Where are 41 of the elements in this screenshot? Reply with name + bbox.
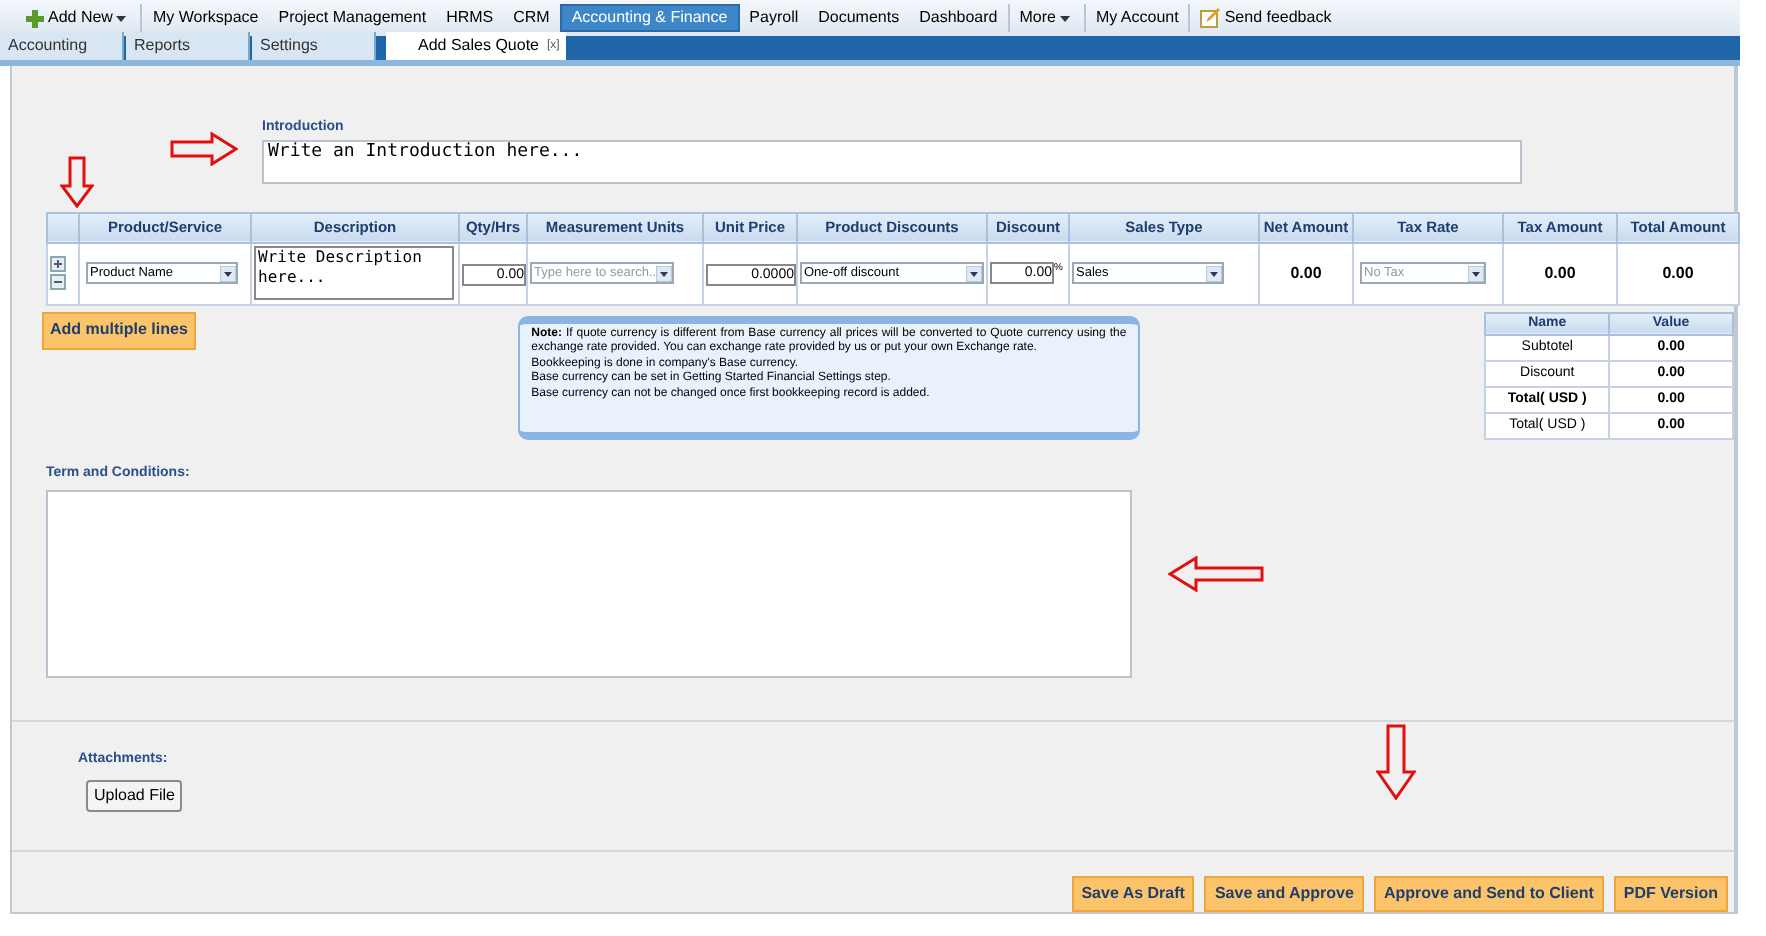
action-button[interactable]: Save and Approve	[1204, 875, 1364, 911]
plus-icon	[26, 9, 44, 27]
tax-amount: 0.00	[1542, 261, 1578, 285]
net-amount: 0.00	[1288, 261, 1324, 285]
note-pencil-icon	[1200, 8, 1221, 28]
caret-icon	[116, 15, 127, 21]
nav-link[interactable]: Send feedback	[1188, 4, 1342, 32]
right-arrow-annotation	[170, 132, 238, 166]
dropdown-arrow-icon	[656, 265, 673, 281]
total-amount: 0.00	[1660, 261, 1696, 285]
caret-icon	[1059, 15, 1070, 21]
action-button[interactable]: Save As Draft	[1071, 875, 1195, 911]
nav-link[interactable]: HRMS	[436, 4, 504, 32]
add-lines-button[interactable]: Add multiple lines	[42, 311, 196, 349]
nav-link[interactable]: CRM	[503, 4, 560, 32]
nav-link[interactable]: More	[1007, 4, 1080, 32]
dropdown-arrow-icon	[220, 265, 236, 281]
terms-field[interactable]	[46, 489, 1132, 677]
add-row-icon[interactable]	[50, 256, 66, 272]
dropdown-arrow-icon	[1206, 265, 1222, 281]
left-arrow-annotation	[1168, 556, 1264, 592]
nav-link[interactable]: Add New	[16, 4, 137, 32]
remove-row-icon[interactable]	[50, 274, 66, 290]
tab[interactable]: Settings	[252, 32, 376, 60]
nav-link[interactable]: Documents	[808, 4, 910, 32]
introduction-field[interactable]: Write an Introduction here...	[262, 139, 1522, 183]
dropdown-arrow-icon	[1468, 265, 1484, 281]
description-field[interactable]: Write Description here...	[254, 246, 454, 300]
dropdown-arrow-icon	[966, 265, 982, 281]
down-arrow-annotation	[1376, 724, 1416, 800]
nav-link[interactable]: Accounting & Finance	[559, 4, 740, 32]
nav-link[interactable]: Dashboard	[909, 4, 1008, 32]
tab[interactable]: Accounting	[0, 32, 124, 60]
upload-button[interactable]: Upload File	[86, 780, 183, 812]
tab[interactable]: Reports	[126, 32, 250, 60]
action-button[interactable]: PDF Version	[1613, 875, 1728, 911]
down-arrow-annotation	[60, 156, 94, 208]
nav-link[interactable]: My Account	[1083, 4, 1189, 32]
nav-link[interactable]: Payroll	[739, 4, 809, 32]
action-button[interactable]: Approve and Send to Client	[1373, 875, 1604, 911]
nav-link[interactable]: Project Management	[268, 4, 437, 32]
